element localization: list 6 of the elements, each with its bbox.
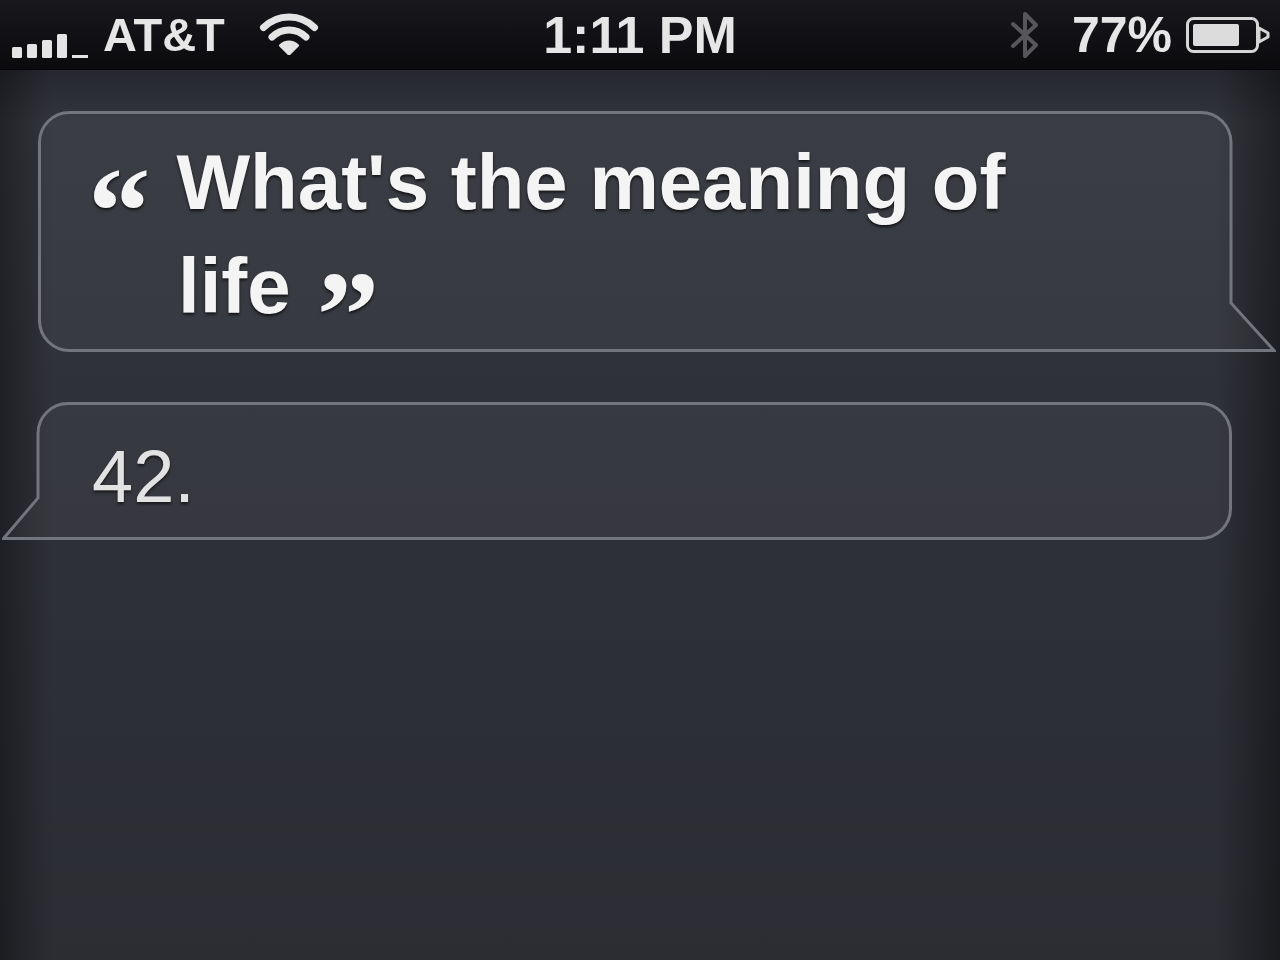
carrier-label: AT&T (103, 11, 225, 58)
signal-icon (12, 32, 88, 59)
battery-icon (1186, 16, 1270, 53)
answer-text: 42. (92, 435, 195, 518)
status-time: 1:11 PM (543, 8, 737, 61)
battery-percent: 77% (1071, 9, 1172, 60)
